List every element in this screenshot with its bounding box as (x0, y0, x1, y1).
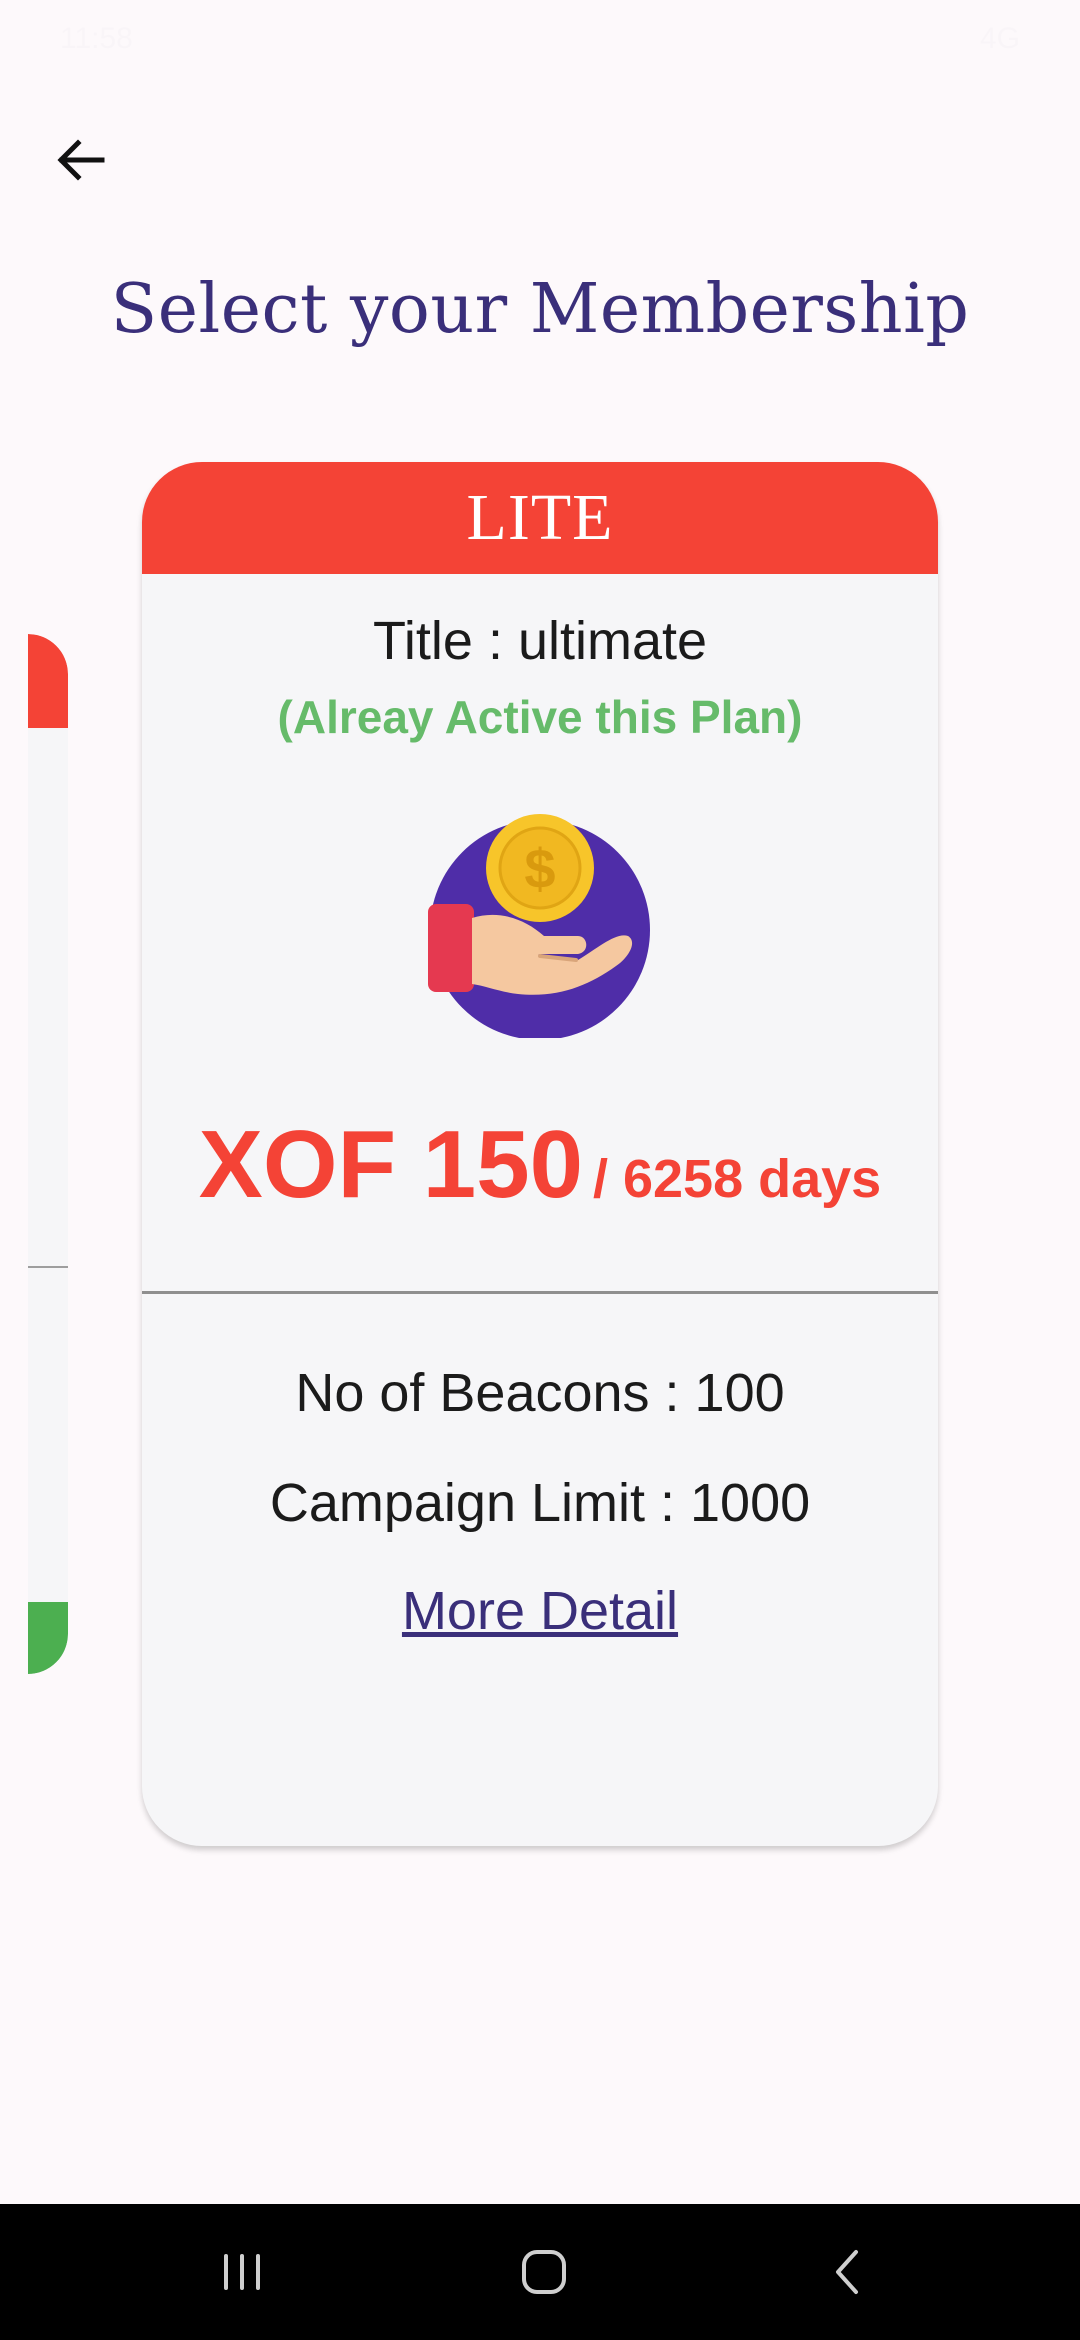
card-divider (142, 1291, 938, 1294)
price-row: XOF 150/ 6258 days (142, 1110, 938, 1220)
home-button[interactable] (494, 2222, 594, 2322)
page-title: Select your Membership (110, 270, 970, 349)
previous-plan-header (28, 634, 68, 728)
price-amount: XOF 150 (198, 1111, 583, 1218)
feature-campaign-limit: Campaign Limit : 1000 (269, 1473, 811, 1533)
feature-beacons: No of Beacons : 100 (295, 1363, 785, 1423)
status-time: 11:58 (60, 22, 133, 55)
recent-apps-icon (224, 2254, 260, 2290)
hand-holding-coin-icon: $ (428, 814, 650, 1038)
recent-apps-button[interactable] (192, 2222, 292, 2322)
status-bar: 11:58 4G (0, 0, 1080, 90)
more-detail-link[interactable]: More Detail (142, 1580, 938, 1642)
arrow-left-icon (57, 139, 105, 181)
back-button[interactable] (40, 120, 120, 200)
previous-plan-card[interactable] (28, 634, 68, 1674)
previous-plan-divider (28, 1266, 68, 1268)
plan-card[interactable]: LITE Title : ultimate (Alreay Active thi… (142, 462, 938, 1846)
home-icon (522, 2250, 566, 2294)
back-chevron-icon (836, 2250, 858, 2294)
previous-plan-footer (28, 1602, 68, 1674)
price-period: / 6258 days (592, 1149, 882, 1209)
status-indicators: 4G (979, 22, 1020, 55)
plan-title: Title : ultimate (372, 611, 708, 671)
plan-name: LITE (142, 462, 938, 574)
active-plan-note: (Alreay Active this Plan) (277, 691, 803, 743)
navigation-bar (0, 2204, 1080, 2340)
system-back-button[interactable] (798, 2222, 898, 2322)
svg-text:$: $ (524, 837, 555, 900)
